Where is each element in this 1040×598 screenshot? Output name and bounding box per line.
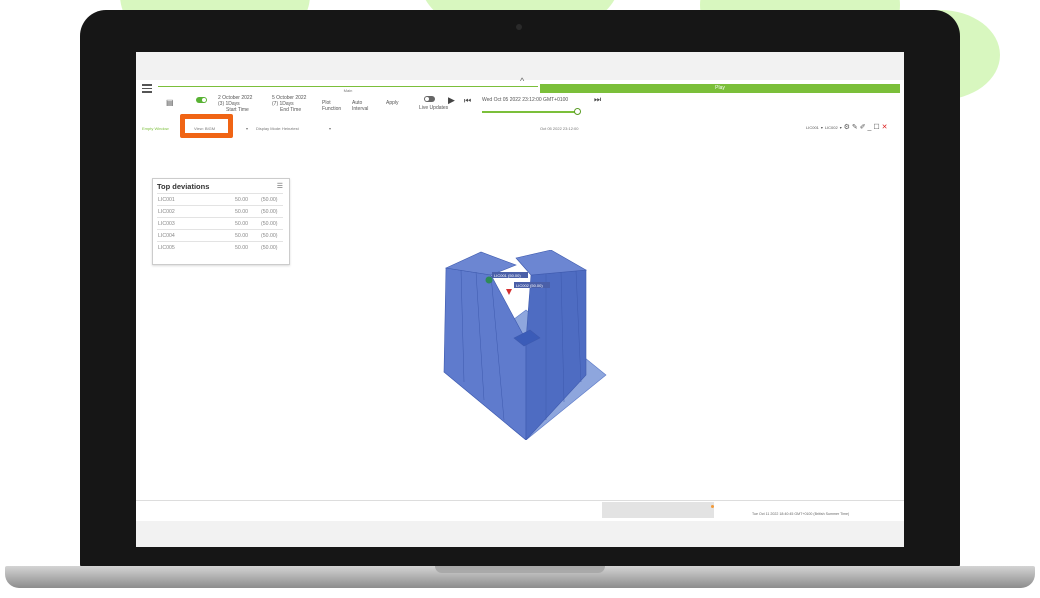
display-mode-label: Display Mode: [256,126,282,131]
timeline-selection[interactable] [602,502,714,518]
user-select-1-chevron-icon[interactable]: ▾ [821,125,823,130]
interval-label: Interval [352,106,369,112]
gear-icon[interactable]: ⚙ [844,124,850,131]
marker-label-1: LIC001 (50.00) [494,273,521,278]
surface-left-wall [443,267,527,440]
end-time-label: End Time [280,107,302,113]
hamburger-menu-icon[interactable] [142,84,152,95]
power-toggle[interactable] [196,97,207,103]
surface-top-right [515,250,587,276]
user-select-2-chevron-icon[interactable]: ▾ [840,125,842,130]
timeline-label: Tue Oct 11 2022 18:40:45 GMT+0100 (Briti… [752,512,850,516]
camera-icon [516,24,522,30]
function-label: Function [322,106,342,112]
brush-icon[interactable]: ✐ [860,124,866,131]
laptop-screen: ^ Main Play ▤ 2 October 2022 (3) 1Days S… [136,52,904,547]
user-select-2[interactable]: LIC002 [825,125,838,130]
row-name: LIC005 [158,245,175,251]
laptop-notch [435,566,605,573]
laptop-base [5,566,1035,588]
3d-surface-view[interactable]: LIC001 (50.00) LIC002 (50.00) [436,250,616,440]
timeline-marker [711,505,714,508]
tab-main[interactable]: Main [158,86,538,94]
report-icon[interactable]: ▤ [166,98,174,107]
time-slider-handle[interactable] [574,108,581,115]
display-mode-select[interactable]: Heinztest [282,126,299,131]
chevron-up-icon[interactable]: ^ [520,76,524,86]
skip-back-icon[interactable]: ⏮ [464,96,471,105]
window-controls: LIC001 ▾ LIC002 ▾ ⚙ ✎ ✐ _ ☐ ✕ [806,123,888,131]
row-bracket-value: (50.00) [261,245,278,251]
chart-timestamp: Oct 05 2022 23:12:00 [540,126,579,131]
table-row[interactable]: LIC005 50.00 (50.00) [157,241,283,254]
tab-play[interactable]: Play [540,84,900,93]
live-updates-toggle[interactable] [424,96,435,102]
marker-green-dot[interactable] [485,276,493,284]
skip-forward-icon[interactable]: ⏭ [594,95,601,104]
marker-label-2: LIC002 (50.00) [516,283,543,288]
minimize-icon[interactable]: _ [868,124,872,131]
start-time-label: Start Time [226,107,249,113]
panel-title: Top deviations [157,182,210,191]
view-highlight-box [180,114,233,138]
menu-icon[interactable]: ☰ [277,182,283,190]
application-window: ^ Main Play ▤ 2 October 2022 (3) 1Days S… [136,76,904,521]
laptop-lid: ^ Main Play ▤ 2 October 2022 (3) 1Days S… [80,10,960,570]
empty-window-link[interactable]: Empty Window [142,126,169,131]
marker-red-dot[interactable] [506,289,512,295]
maximize-icon[interactable]: ☐ [873,124,879,131]
current-time: Wed Oct 05 2022 23:12:00 GMT+0100 [482,97,569,103]
play-icon[interactable]: ▶ [448,96,455,105]
live-updates-label: Live Updates [419,105,449,111]
time-slider-track[interactable] [482,111,578,113]
close-icon[interactable]: ✕ [882,124,888,131]
display-mode-chevron-icon[interactable]: ▾ [329,126,331,131]
user-select-1[interactable]: LIC001 [806,125,819,130]
view-chevron-icon[interactable]: ▾ [246,126,248,131]
row-value: 50.00 [235,245,248,251]
edit-icon[interactable]: ✎ [852,124,858,131]
timeline-bar[interactable] [136,500,904,521]
apply-button[interactable]: Apply [386,100,399,106]
top-deviations-panel: Top deviations ☰ LIC001 50.00 (50.00) LI… [152,178,290,265]
